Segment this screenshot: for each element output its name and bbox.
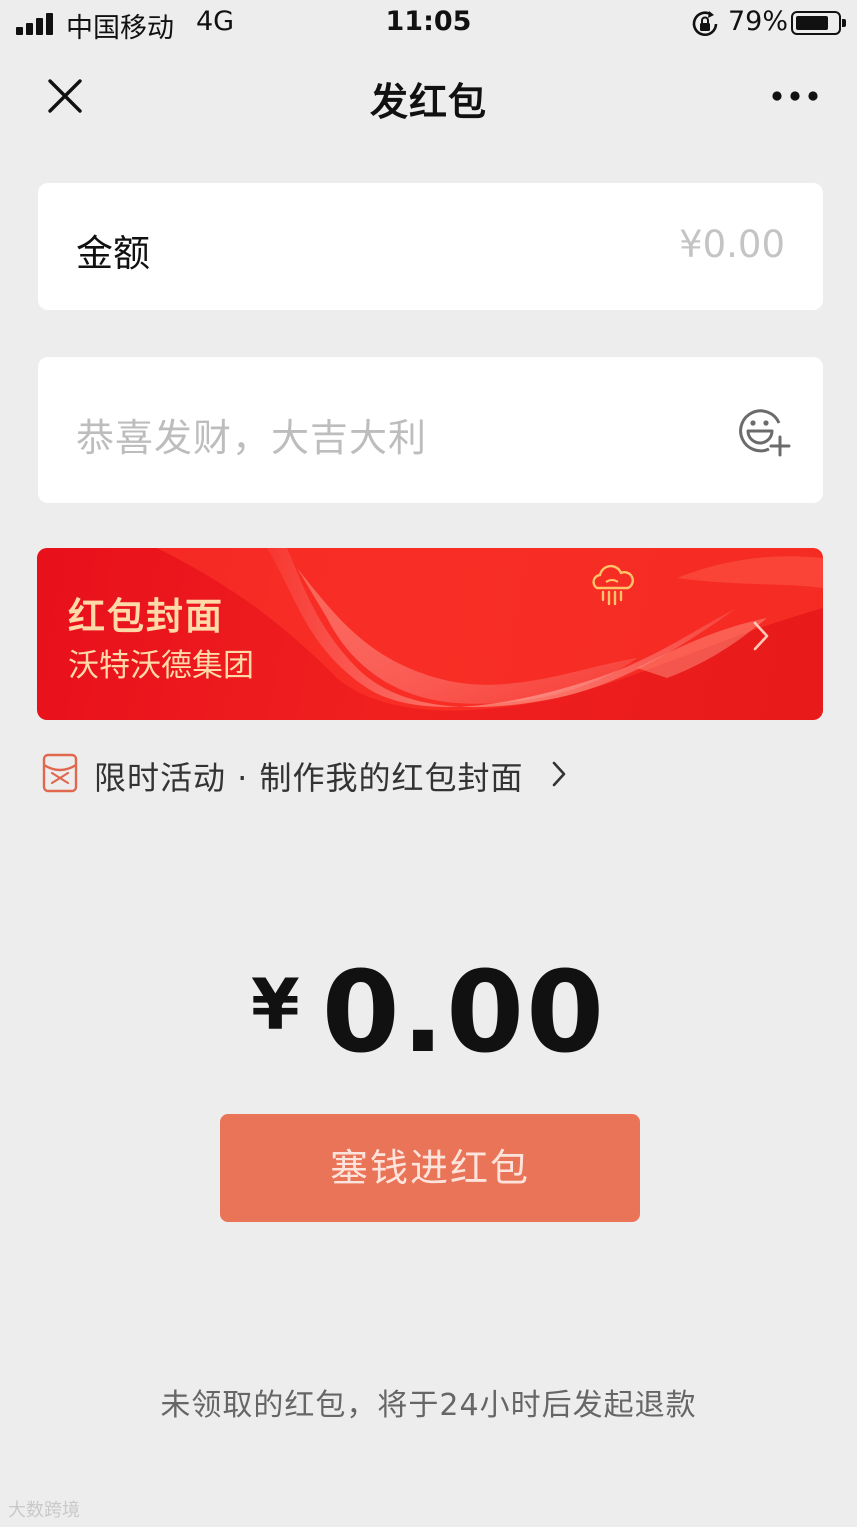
page-title: 发红包 — [369, 80, 487, 124]
red-packet-cover-banner[interactable]: 红包封面 沃特沃德集团 — [37, 548, 823, 720]
watermark-logo: 大数跨境 — [8, 1500, 80, 1521]
cover-title: 红包封面 — [68, 595, 224, 638]
status-bar: 中国移动 4G 11:05 79% — [0, 0, 857, 50]
promo-text: 限时活动 · 制作我的红包封面 — [94, 759, 524, 797]
nav-bar: 发红包 — [0, 55, 857, 140]
put-money-button[interactable]: 塞钱进红包 — [220, 1114, 640, 1222]
greeting-input[interactable]: 恭喜发财，大吉大利 — [76, 407, 427, 462]
battery-percent: 79% — [728, 6, 789, 37]
greeting-card[interactable]: 恭喜发财，大吉大利 — [38, 357, 823, 503]
amount-card[interactable]: 金额 ¥0.00 — [38, 183, 823, 310]
refund-note: 未领取的红包，将于24小时后发起退款 — [160, 1388, 697, 1423]
rotation-lock-icon — [692, 11, 718, 37]
cover-subtitle: 沃特沃德集团 — [68, 648, 254, 684]
red-envelope-icon — [42, 753, 78, 793]
chevron-right-icon — [753, 621, 769, 651]
cloud-logo-icon — [592, 564, 634, 606]
emoji-add-icon[interactable] — [735, 403, 791, 459]
total-value: 0.00 — [321, 948, 607, 1078]
amount-input[interactable]: ¥0.00 — [679, 223, 785, 266]
total-amount: ¥0.00 — [0, 948, 857, 1078]
more-icon[interactable] — [770, 89, 820, 103]
amount-label: 金额 — [76, 232, 150, 275]
chevron-right-icon — [552, 761, 566, 787]
battery-icon — [791, 11, 846, 35]
currency-symbol: ¥ — [250, 964, 300, 1046]
